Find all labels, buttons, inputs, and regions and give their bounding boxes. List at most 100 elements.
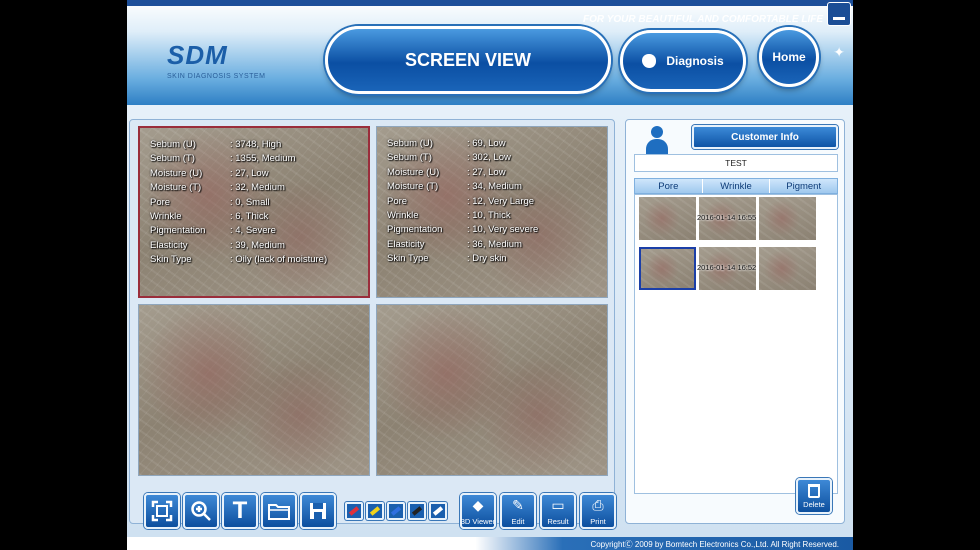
history-timestamp: 2016-01-14 16:52 <box>697 263 757 272</box>
screen-view-button[interactable]: SCREEN VIEW <box>325 26 611 94</box>
history-thumbnail[interactable] <box>639 197 696 240</box>
app-window: SDM SKIN DIAGNOSIS SYSTEM FOR YOUR BEAUT… <box>127 0 853 550</box>
analysis-label: Pigmentation <box>387 224 443 236</box>
header-top-bar <box>127 0 853 6</box>
eraser-icon <box>432 506 444 516</box>
analysis-value: : 32, Medium <box>230 182 285 194</box>
analysis-label: Sebum (T) <box>150 153 195 165</box>
analysis-value: : 0, Small <box>230 196 270 208</box>
history-thumbnails: 2016-01-14 16:55 2016-01-14 16:52 <box>634 194 838 494</box>
analysis-value: : 12, Very Large <box>467 195 535 207</box>
skin-image-1[interactable]: Sebum (U): 3748, High Sebum (T): 1355, M… <box>138 126 370 298</box>
customer-name: TEST <box>634 154 838 172</box>
analysis-value: : 27, Low <box>230 167 269 179</box>
open-folder-button[interactable] <box>261 493 297 529</box>
analysis-label: Sebum (T) <box>387 152 432 164</box>
history-thumbnail[interactable] <box>759 247 816 290</box>
diagnosis-label: Diagnosis <box>666 54 724 68</box>
skin-image-2[interactable]: Sebum (U): 69, Low Sebum (T): 302, Low M… <box>376 126 608 298</box>
analysis-row: Elasticity: 39, Medium <box>150 239 327 253</box>
analysis-row: Pore : 12, Very Large <box>387 195 538 209</box>
edit-label: Edit <box>511 517 525 526</box>
sparkle-icon: ✦ <box>833 44 845 60</box>
folder-icon <box>268 504 290 520</box>
analysis-label: Sebum (U) <box>387 138 433 149</box>
analysis-label: Skin Type <box>387 253 429 265</box>
analysis-row: Pigmentation: 10, Very severe <box>387 223 538 237</box>
tab-pigment[interactable]: Pigment <box>770 179 837 193</box>
history-thumbnail-selected[interactable] <box>639 247 696 290</box>
result-toolbar: ◆ 3D Viewer ✎ Edit ▭ Result ⎙ Print <box>460 493 616 529</box>
analysis-row: Pore : 0, Small <box>150 196 327 210</box>
logo-text: SDM <box>167 40 228 70</box>
trash-icon <box>808 484 820 498</box>
analysis-value: : 302, Low <box>467 152 511 164</box>
analysis-value: : 10, Thick <box>467 209 511 221</box>
delete-button[interactable]: Delete <box>796 478 832 514</box>
minimize-button[interactable] <box>827 2 851 26</box>
analysis-row: Moisture (T) : 32, Medium <box>150 181 327 195</box>
edit-button[interactable]: ✎ Edit <box>500 493 536 529</box>
analysis-label: Moisture (T) <box>387 181 439 193</box>
user-icon-head <box>651 126 663 138</box>
text-button[interactable]: T <box>222 493 258 529</box>
printer-icon: ⎙ <box>592 497 604 513</box>
tab-pore[interactable]: Pore <box>635 179 703 193</box>
image-toolbar: T <box>144 493 447 529</box>
print-label: Print <box>590 517 606 526</box>
analysis-value: : 4, Severe <box>230 225 276 237</box>
fullscreen-button[interactable] <box>144 493 180 529</box>
black-pen-icon <box>411 506 423 516</box>
skin-image-3[interactable] <box>138 304 370 476</box>
slogan: FOR YOUR BEAUTIFUL AND COMFORTABLE LIFE <box>583 14 823 25</box>
skin-image-4[interactable] <box>376 304 608 476</box>
black-pen-button[interactable] <box>408 502 426 520</box>
analysis-value: : 3748, High <box>230 139 282 150</box>
analysis-row: Wrinkle : 10, Thick <box>387 209 538 223</box>
analysis-row: Elasticity : 36, Medium <box>387 238 538 252</box>
cube-icon: ◆ <box>472 497 484 513</box>
analysis-label: Pore <box>387 195 408 207</box>
yellow-pen-button[interactable] <box>366 502 384 520</box>
analysis-label: Elasticity <box>387 238 425 250</box>
analysis-label: Wrinkle <box>150 210 182 222</box>
text-icon: T <box>232 497 248 524</box>
yellow-pen-icon <box>369 506 381 516</box>
save-button[interactable] <box>300 493 336 529</box>
analysis-value: : 27, Low <box>467 166 506 178</box>
tab-wrinkle[interactable]: Wrinkle <box>703 179 771 193</box>
history-thumbnail[interactable] <box>759 197 816 240</box>
analysis-label: Pore <box>150 196 171 208</box>
analysis-table-1: Sebum (U): 3748, High Sebum (T): 1355, M… <box>150 138 327 268</box>
analysis-row: Sebum (T): 1355, Medium <box>150 152 327 166</box>
analysis-label: Moisture (T) <box>150 182 202 194</box>
customer-info-button[interactable]: Customer Info <box>692 125 838 149</box>
result-button[interactable]: ▭ Result <box>540 493 576 529</box>
analysis-value: : 36, Medium <box>467 238 522 250</box>
analysis-row: Pigmentation : 4, Severe <box>150 224 327 238</box>
result-label: Result <box>547 517 569 526</box>
user-icon-body <box>646 139 668 154</box>
analysis-label: Moisture (U) <box>150 167 203 179</box>
red-pen-button[interactable] <box>345 502 363 520</box>
3d-viewer-button[interactable]: ◆ 3D Viewer <box>460 493 496 529</box>
analysis-label: Pigmentation <box>150 225 206 237</box>
diagnosis-button[interactable]: Diagnosis <box>620 30 746 92</box>
zoom-in-button[interactable] <box>183 493 219 529</box>
diagnosis-icon <box>642 54 657 68</box>
print-button[interactable]: ⎙ Print <box>580 493 616 529</box>
pen-color-group <box>345 493 447 529</box>
analysis-label: Wrinkle <box>387 209 419 221</box>
analysis-row: Sebum (T) : 302, Low <box>387 151 538 165</box>
user-icon <box>646 126 668 154</box>
analysis-value: : 34, Medium <box>467 181 522 193</box>
analysis-row: Moisture (U) : 27, Low <box>150 167 327 181</box>
footer: CopyrightⒸ 2009 by Bomtech Electronics C… <box>127 537 853 550</box>
analysis-value: : 6, Thick <box>230 210 269 222</box>
analysis-value: : Oily (lack of moisture) <box>230 254 328 266</box>
main-area: Sebum (U) : 3748, High Sebum (T): 1355, M… <box>127 105 853 537</box>
blue-pen-button[interactable] <box>387 502 405 520</box>
copyright: CopyrightⒸ 2009 by Bomtech Electronics C… <box>590 540 839 549</box>
eraser-button[interactable] <box>429 502 447 520</box>
home-button[interactable]: Home <box>759 27 819 87</box>
